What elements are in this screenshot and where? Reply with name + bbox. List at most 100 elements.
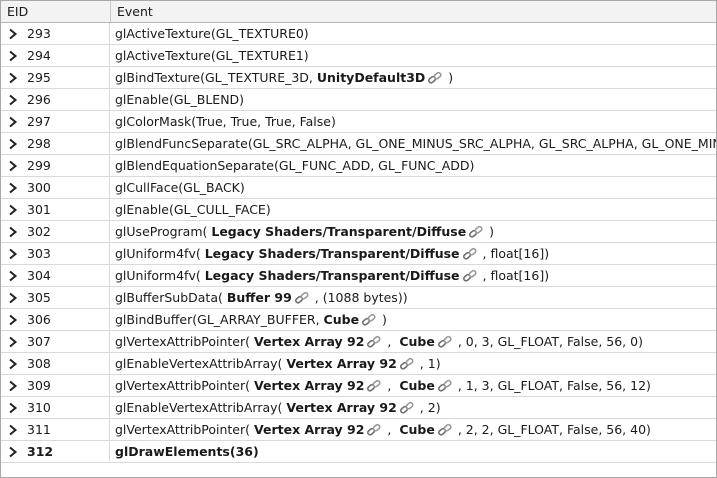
event-cell: glCullFace(GL_BACK) xyxy=(110,177,716,198)
table-row[interactable]: 294 glActiveTexture(GL_TEXTURE1) xyxy=(1,45,716,67)
table-row[interactable]: 295 glBindTexture(GL_TEXTURE_3D, UnityDef… xyxy=(1,67,716,89)
chain-link-icon[interactable] xyxy=(437,379,453,393)
table-row[interactable]: 310 glEnableVertexAttribArray( Vertex Arr… xyxy=(1,397,716,419)
chain-link-icon[interactable] xyxy=(366,423,382,437)
eid-cell: 296 xyxy=(1,89,110,110)
table-row[interactable]: 309 glVertexAttribPointer( Vertex Array 9… xyxy=(1,375,716,397)
chevron-right-icon[interactable] xyxy=(7,182,19,194)
chain-link-icon[interactable] xyxy=(366,335,382,349)
chevron-right-icon[interactable] xyxy=(7,160,19,172)
chevron-right-icon[interactable] xyxy=(7,116,19,128)
event-text: , 1, 3, GL_FLOAT, False, 56, 12) xyxy=(453,378,651,393)
chain-link-icon[interactable] xyxy=(437,423,453,437)
event-text: , 2, 2, GL_FLOAT, False, 56, 40) xyxy=(453,422,651,437)
table-row[interactable]: 301 glEnable(GL_CULL_FACE) xyxy=(1,199,716,221)
chevron-right-icon[interactable] xyxy=(7,358,19,370)
chain-link-icon[interactable] xyxy=(399,401,415,415)
table-row[interactable]: 300 glCullFace(GL_BACK) xyxy=(1,177,716,199)
eid-value: 299 xyxy=(27,158,51,173)
chain-link-icon[interactable] xyxy=(427,71,443,85)
chevron-right-icon[interactable] xyxy=(7,402,19,414)
event-cell: glEnable(GL_BLEND) xyxy=(110,89,716,110)
table-row[interactable]: 305 glBufferSubData( Buffer 99 , (1088 by… xyxy=(1,287,716,309)
table-row[interactable]: 302 glUseProgram( Legacy Shaders/Transpar… xyxy=(1,221,716,243)
table-row[interactable]: 306 glBindBuffer(GL_ARRAY_BUFFER, Cube ) xyxy=(1,309,716,331)
table-row[interactable]: 298 glBlendFuncSeparate(GL_SRC_ALPHA, GL_… xyxy=(1,133,716,155)
eid-value: 306 xyxy=(27,312,51,327)
chain-link-icon[interactable] xyxy=(462,247,478,261)
resource-link[interactable]: Vertex Array 92 xyxy=(286,356,396,371)
resource-link[interactable]: Legacy Shaders/Transparent/Diffuse xyxy=(205,246,460,261)
event-list: 293 glActiveTexture(GL_TEXTURE0) 294 glActi… xyxy=(1,23,716,463)
event-cell: glBlendFuncSeparate(GL_SRC_ALPHA, GL_ONE… xyxy=(110,133,716,154)
table-row[interactable]: 311 glVertexAttribPointer( Vertex Array 9… xyxy=(1,419,716,441)
resource-link[interactable]: Vertex Array 92 xyxy=(254,378,364,393)
chevron-right-icon[interactable] xyxy=(7,226,19,238)
resource-link[interactable]: Vertex Array 92 xyxy=(254,422,364,437)
resource-link[interactable]: Vertex Array 92 xyxy=(254,334,364,349)
chevron-right-icon[interactable] xyxy=(7,204,19,216)
eid-value: 304 xyxy=(27,268,51,283)
table-row[interactable]: 303 glUniform4fv( Legacy Shaders/Transpar… xyxy=(1,243,716,265)
chain-link-icon[interactable] xyxy=(462,269,478,283)
resource-link[interactable]: UnityDefault3D xyxy=(317,70,425,85)
eid-cell: 293 xyxy=(1,23,110,44)
eid-cell: 306 xyxy=(1,309,110,330)
chevron-right-icon[interactable] xyxy=(7,446,19,458)
chevron-right-icon[interactable] xyxy=(7,50,19,62)
eid-value: 300 xyxy=(27,180,51,195)
table-row[interactable]: 304 glUniform4fv( Legacy Shaders/Transpar… xyxy=(1,265,716,287)
column-header-eid[interactable]: EID xyxy=(1,1,111,22)
table-row[interactable]: 307 glVertexAttribPointer( Vertex Array 9… xyxy=(1,331,716,353)
event-text: , xyxy=(383,422,400,437)
chain-link-icon[interactable] xyxy=(366,379,382,393)
table-row[interactable]: 312 glDrawElements(36) xyxy=(1,441,716,463)
chevron-right-icon[interactable] xyxy=(7,28,19,40)
column-header-event[interactable]: Event xyxy=(111,1,716,22)
resource-link[interactable]: Legacy Shaders/Transparent/Diffuse xyxy=(211,224,466,239)
eid-value: 303 xyxy=(27,246,51,261)
chevron-right-icon[interactable] xyxy=(7,138,19,150)
resource-link[interactable]: Cube xyxy=(399,378,435,393)
eid-value: 310 xyxy=(27,400,51,415)
chevron-right-icon[interactable] xyxy=(7,380,19,392)
event-text: glEnableVertexAttribArray( xyxy=(115,356,287,371)
resource-link[interactable]: Cube xyxy=(399,334,435,349)
event-cell: glBufferSubData( Buffer 99 , (1088 bytes… xyxy=(110,287,716,308)
resource-link[interactable]: Legacy Shaders/Transparent/Diffuse xyxy=(205,268,460,283)
eid-cell: 304 xyxy=(1,265,110,286)
table-row[interactable]: 308 glEnableVertexAttribArray( Vertex Arr… xyxy=(1,353,716,375)
chain-link-icon[interactable] xyxy=(399,357,415,371)
table-row[interactable]: 297 glColorMask(True, True, True, False) xyxy=(1,111,716,133)
event-text: glEnable(GL_BLEND) xyxy=(115,92,245,107)
event-text: , xyxy=(383,378,400,393)
resource-link[interactable]: Vertex Array 92 xyxy=(286,400,396,415)
chevron-right-icon[interactable] xyxy=(7,292,19,304)
chain-link-icon[interactable] xyxy=(294,291,310,305)
event-cell: glVertexAttribPointer( Vertex Array 92 ,… xyxy=(110,419,716,440)
table-row[interactable]: 299 glBlendEquationSeparate(GL_FUNC_ADD, … xyxy=(1,155,716,177)
event-cell: glVertexAttribPointer( Vertex Array 92 ,… xyxy=(110,331,716,352)
chevron-right-icon[interactable] xyxy=(7,270,19,282)
chevron-right-icon[interactable] xyxy=(7,72,19,84)
eid-cell: 312 xyxy=(1,441,110,462)
event-text: glEnable(GL_CULL_FACE) xyxy=(115,202,271,217)
chain-link-icon[interactable] xyxy=(437,335,453,349)
chain-link-icon[interactable] xyxy=(468,225,484,239)
resource-link[interactable]: Cube xyxy=(324,312,360,327)
event-text: glActiveTexture(GL_TEXTURE0) xyxy=(115,26,309,41)
eid-value: 294 xyxy=(27,48,51,63)
event-cell: glActiveTexture(GL_TEXTURE1) xyxy=(110,45,716,66)
chevron-right-icon[interactable] xyxy=(7,248,19,260)
table-row[interactable]: 293 glActiveTexture(GL_TEXTURE0) xyxy=(1,23,716,45)
resource-link[interactable]: Buffer 99 xyxy=(227,290,292,305)
chevron-right-icon[interactable] xyxy=(7,94,19,106)
resource-link[interactable]: Cube xyxy=(399,422,435,437)
chevron-right-icon[interactable] xyxy=(7,336,19,348)
chain-link-icon[interactable] xyxy=(361,313,377,327)
eid-value: 298 xyxy=(27,136,51,151)
event-text: glUniform4fv( xyxy=(115,268,205,283)
chevron-right-icon[interactable] xyxy=(7,424,19,436)
table-row[interactable]: 296 glEnable(GL_BLEND) xyxy=(1,89,716,111)
chevron-right-icon[interactable] xyxy=(7,314,19,326)
